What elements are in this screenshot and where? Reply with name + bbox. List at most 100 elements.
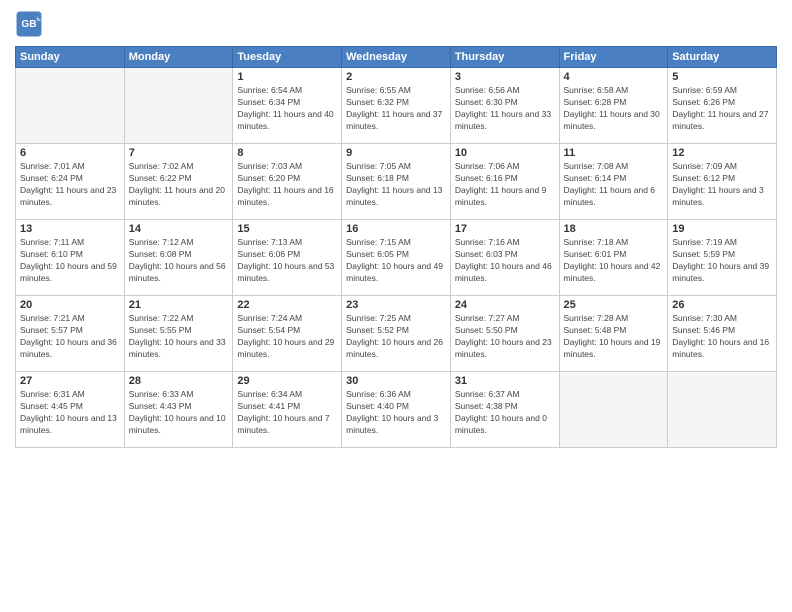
day-info: Sunrise: 7:28 AM Sunset: 5:48 PM Dayligh…: [564, 313, 664, 361]
calendar-cell: 20Sunrise: 7:21 AM Sunset: 5:57 PM Dayli…: [16, 296, 125, 372]
calendar-cell: 24 Sunrise: 7:27 AM Sunset: 5:50 PM Dayli…: [450, 296, 559, 372]
calendar-cell: 1 Sunrise: 6:54 AM Sunset: 6:34 PM Daylig…: [233, 68, 342, 144]
calendar-cell: 26Sunrise: 7:30 AM Sunset: 5:46 PM Dayli…: [668, 296, 777, 372]
day-info: Sunrise: 7:09 AM Sunset: 6:12 PM Dayligh…: [672, 161, 772, 209]
calendar-cell: 9Sunrise: 7:05 AM Sunset: 6:18 PM Daylig…: [342, 144, 451, 220]
day-number: 15: [237, 223, 337, 235]
calendar-cell: 5 Sunrise: 6:59 AM Sunset: 6:26 PM Daylig…: [668, 68, 777, 144]
day-number: 16: [346, 223, 446, 235]
day-number: 10: [455, 147, 555, 159]
day-info: Sunrise: 7:18 AM Sunset: 6:01 PM Dayligh…: [564, 237, 664, 285]
day-info: Sunrise: 7:30 AM Sunset: 5:46 PM Dayligh…: [672, 313, 772, 361]
logo: GB: [15, 10, 47, 38]
day-header-sunday: Sunday: [16, 47, 125, 68]
calendar-cell: 12 Sunrise: 7:09 AM Sunset: 6:12 PM Dayli…: [668, 144, 777, 220]
day-header-friday: Friday: [559, 47, 668, 68]
calendar-cell: 7 Sunrise: 7:02 AM Sunset: 6:22 PM Daylig…: [124, 144, 233, 220]
calendar-cell: 10 Sunrise: 7:06 AM Sunset: 6:16 PM Dayli…: [450, 144, 559, 220]
calendar-cell: 29Sunrise: 6:34 AM Sunset: 4:41 PM Dayli…: [233, 372, 342, 448]
day-number: 31: [455, 375, 555, 387]
week-row-1: 1 Sunrise: 6:54 AM Sunset: 6:34 PM Daylig…: [16, 68, 777, 144]
calendar-cell: 27 Sunrise: 6:31 AM Sunset: 4:45 PM Dayli…: [16, 372, 125, 448]
day-info: Sunrise: 6:36 AM Sunset: 4:40 PM Dayligh…: [346, 389, 446, 437]
calendar-cell: 28 Sunrise: 6:33 AM Sunset: 4:43 PM Dayli…: [124, 372, 233, 448]
day-number: 13: [20, 223, 120, 235]
day-info: Sunrise: 6:56 AM Sunset: 6:30 PM Dayligh…: [455, 85, 555, 133]
day-info: Sunrise: 7:25 AM Sunset: 5:52 PM Dayligh…: [346, 313, 446, 361]
calendar-cell: 19 Sunrise: 7:19 AM Sunset: 5:59 PM Dayli…: [668, 220, 777, 296]
day-info: Sunrise: 7:02 AM Sunset: 6:22 PM Dayligh…: [129, 161, 229, 209]
day-number: 3: [455, 71, 555, 83]
day-number: 14: [129, 223, 229, 235]
calendar-cell: 13 Sunrise: 7:11 AM Sunset: 6:10 PM Dayli…: [16, 220, 125, 296]
day-info: Sunrise: 7:08 AM Sunset: 6:14 PM Dayligh…: [564, 161, 664, 209]
day-header-saturday: Saturday: [668, 47, 777, 68]
calendar-cell: 2 Sunrise: 6:55 AM Sunset: 6:32 PM Daylig…: [342, 68, 451, 144]
day-info: Sunrise: 7:11 AM Sunset: 6:10 PM Dayligh…: [20, 237, 120, 285]
day-number: 5: [672, 71, 772, 83]
day-info: Sunrise: 7:16 AM Sunset: 6:03 PM Dayligh…: [455, 237, 555, 285]
header-row: SundayMondayTuesdayWednesdayThursdayFrid…: [16, 47, 777, 68]
day-info: Sunrise: 7:06 AM Sunset: 6:16 PM Dayligh…: [455, 161, 555, 209]
day-info: Sunrise: 7:13 AM Sunset: 6:06 PM Dayligh…: [237, 237, 337, 285]
day-info: Sunrise: 6:55 AM Sunset: 6:32 PM Dayligh…: [346, 85, 446, 133]
day-number: 1: [237, 71, 337, 83]
header: GB: [15, 10, 777, 38]
day-number: 7: [129, 147, 229, 159]
day-info: Sunrise: 7:01 AM Sunset: 6:24 PM Dayligh…: [20, 161, 120, 209]
day-number: 24: [455, 299, 555, 311]
day-info: Sunrise: 6:33 AM Sunset: 4:43 PM Dayligh…: [129, 389, 229, 437]
week-row-5: 27 Sunrise: 6:31 AM Sunset: 4:45 PM Dayli…: [16, 372, 777, 448]
calendar-cell: 18 Sunrise: 7:18 AM Sunset: 6:01 PM Dayli…: [559, 220, 668, 296]
svg-text:GB: GB: [21, 19, 36, 30]
day-info: Sunrise: 6:58 AM Sunset: 6:28 PM Dayligh…: [564, 85, 664, 133]
day-info: Sunrise: 7:15 AM Sunset: 6:05 PM Dayligh…: [346, 237, 446, 285]
day-info: Sunrise: 7:12 AM Sunset: 6:08 PM Dayligh…: [129, 237, 229, 285]
day-info: Sunrise: 7:19 AM Sunset: 5:59 PM Dayligh…: [672, 237, 772, 285]
calendar-cell: 15 Sunrise: 7:13 AM Sunset: 6:06 PM Dayli…: [233, 220, 342, 296]
calendar-table: SundayMondayTuesdayWednesdayThursdayFrid…: [15, 46, 777, 448]
day-number: 11: [564, 147, 664, 159]
week-row-2: 6 Sunrise: 7:01 AM Sunset: 6:24 PM Daylig…: [16, 144, 777, 220]
calendar-cell: 3 Sunrise: 6:56 AM Sunset: 6:30 PM Daylig…: [450, 68, 559, 144]
day-info: Sunrise: 7:05 AM Sunset: 6:18 PM Dayligh…: [346, 161, 446, 209]
day-number: 19: [672, 223, 772, 235]
day-number: 18: [564, 223, 664, 235]
calendar-cell: 4 Sunrise: 6:58 AM Sunset: 6:28 PM Daylig…: [559, 68, 668, 144]
logo-icon: GB: [15, 10, 43, 38]
day-number: 6: [20, 147, 120, 159]
day-number: 12: [672, 147, 772, 159]
calendar-cell: 30 Sunrise: 6:36 AM Sunset: 4:40 PM Dayli…: [342, 372, 451, 448]
calendar-cell: 23 Sunrise: 7:25 AM Sunset: 5:52 PM Dayli…: [342, 296, 451, 372]
calendar-cell: 11 Sunrise: 7:08 AM Sunset: 6:14 PM Dayli…: [559, 144, 668, 220]
day-header-wednesday: Wednesday: [342, 47, 451, 68]
calendar-cell: 16 Sunrise: 7:15 AM Sunset: 6:05 PM Dayli…: [342, 220, 451, 296]
day-number: 28: [129, 375, 229, 387]
calendar-cell: 8Sunrise: 7:03 AM Sunset: 6:20 PM Daylig…: [233, 144, 342, 220]
day-number: 4: [564, 71, 664, 83]
day-number: 20: [20, 299, 120, 311]
day-info: Sunrise: 6:59 AM Sunset: 6:26 PM Dayligh…: [672, 85, 772, 133]
day-number: 23: [346, 299, 446, 311]
day-number: 27: [20, 375, 120, 387]
day-header-tuesday: Tuesday: [233, 47, 342, 68]
day-number: 17: [455, 223, 555, 235]
calendar-cell: 31Sunrise: 6:37 AM Sunset: 4:38 PM Dayli…: [450, 372, 559, 448]
day-info: Sunrise: 6:54 AM Sunset: 6:34 PM Dayligh…: [237, 85, 337, 133]
day-info: Sunrise: 6:34 AM Sunset: 4:41 PM Dayligh…: [237, 389, 337, 437]
week-row-4: 20Sunrise: 7:21 AM Sunset: 5:57 PM Dayli…: [16, 296, 777, 372]
day-number: 2: [346, 71, 446, 83]
day-info: Sunrise: 7:27 AM Sunset: 5:50 PM Dayligh…: [455, 313, 555, 361]
day-info: Sunrise: 6:31 AM Sunset: 4:45 PM Dayligh…: [20, 389, 120, 437]
calendar-cell: [16, 68, 125, 144]
day-number: 30: [346, 375, 446, 387]
calendar-cell: 14 Sunrise: 7:12 AM Sunset: 6:08 PM Dayli…: [124, 220, 233, 296]
day-number: 21: [129, 299, 229, 311]
calendar-cell: 22Sunrise: 7:24 AM Sunset: 5:54 PM Dayli…: [233, 296, 342, 372]
calendar-cell: [124, 68, 233, 144]
day-number: 25: [564, 299, 664, 311]
calendar-cell: 21Sunrise: 7:22 AM Sunset: 5:55 PM Dayli…: [124, 296, 233, 372]
calendar-cell: 25 Sunrise: 7:28 AM Sunset: 5:48 PM Dayli…: [559, 296, 668, 372]
day-header-thursday: Thursday: [450, 47, 559, 68]
day-header-monday: Monday: [124, 47, 233, 68]
